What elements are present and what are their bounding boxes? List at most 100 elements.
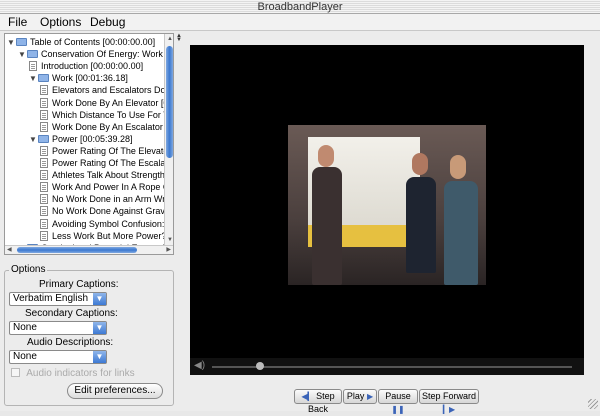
video-progress-knob[interactable] [256,362,264,370]
document-icon [40,85,48,96]
tree-item-row[interactable]: No Work Done in an Arm Wre [40,193,165,206]
title-bar: BroadbandPlayer [0,0,600,14]
menu-options[interactable]: Options [40,15,81,30]
left-panel: ▼ Table of Contents [00:00:00.00] ▼ Conserv… [4,33,176,407]
menu-bar: File Options Debug [0,14,600,31]
video-frame [288,125,486,285]
person-image [312,167,342,285]
secondary-captions-select[interactable]: None ▼ [9,321,107,335]
tree-item-row[interactable]: Avoiding Symbol Confusion: [40,218,165,231]
document-icon [40,158,48,168]
app-window: BroadbandPlayer File Options Debug ▼ Tabl… [0,0,600,414]
tree-row-label: Work Done By An Escalator [ [52,121,165,132]
disclosure-triangle-icon[interactable]: ▼ [29,133,38,146]
chevron-down-icon: ▼ [93,322,106,334]
chevron-down-icon: ▼ [93,293,106,305]
tree-row-label: Power [00:05:39.28] [52,133,133,144]
tree-item-row[interactable]: Work Done By An Escalator [ [40,121,165,134]
folder-icon [27,50,38,59]
volume-icon[interactable]: ◀) [194,360,205,371]
tree-folder-row[interactable]: ▼ Power [00:05:39.28] [29,133,165,146]
scroll-right-arrow-icon[interactable]: ▶ [166,247,171,253]
document-icon [40,194,48,205]
video-panel[interactable]: ◀) [190,45,584,375]
folder-icon [38,134,49,143]
tree-row-label: Less Work But More Power? [ [52,230,165,241]
disclosure-triangle-icon[interactable]: ▼ [7,36,16,49]
audio-descriptions-select[interactable]: None ▼ [9,350,107,364]
pause-button[interactable]: Pause ❚❚ [378,389,418,414]
pane-splitter[interactable]: ▲ ▼ [176,33,182,407]
edit-preferences-label: Edit preferences... [74,385,156,396]
tree-row-label: Power Rating Of The Escalato [52,158,165,168]
play-button[interactable]: Play ▶ [343,389,377,404]
folder-icon [16,38,27,46]
tree-item-row[interactable]: Power Rating Of The Elevator [40,145,165,158]
tree-row-label: Table of Contents [00:00:00.00] [30,37,156,47]
disclosure-triangle-icon[interactable]: ▼ [29,72,38,85]
toc-vertical-scrollbar[interactable]: ▲ ▼ [164,34,173,245]
tree-folder-row[interactable]: ▼ Table of Contents [00:00:00.00] [7,36,165,49]
tree-row-label: No Work Done Against Gravi [52,206,165,217]
folder-icon [38,74,49,83]
table-of-contents-tree[interactable]: ▼ Table of Contents [00:00:00.00] ▼ Conserv… [4,33,174,255]
tree-row-label: Which Distance To Use For T [52,109,165,120]
menu-debug[interactable]: Debug [90,15,125,30]
tree-item-row[interactable]: Introduction [00:00:00.00] [29,60,165,73]
tree-row-label: Power Rating Of The Elevator [52,145,165,156]
step-forward-button[interactable]: Step Forward ▎▶ [419,389,479,414]
tree-row-label: Work [00:01:36.18] [52,73,128,84]
scroll-down-arrow-icon[interactable]: ▼ [167,237,173,243]
step-forward-label: Step Forward [421,391,477,401]
tree-folder-row[interactable]: ▼ Work [00:01:36.18] [29,72,165,85]
tree-item-row[interactable]: No Work Done Against Gravi [40,205,165,218]
person-head-image [412,153,428,175]
primary-captions-value: Verbatim English [13,293,89,304]
toc-horizontal-scrollbar[interactable]: ◀ ▶ [5,245,173,254]
toc-vertical-scroll-thumb[interactable] [166,46,173,158]
audio-indicators-option: Audio indicators for links [11,368,135,379]
resize-grip-icon[interactable] [588,399,598,409]
primary-captions-label: Primary Captions: [39,279,119,290]
tree-row-label: Introduction [00:00:00.00] [41,61,144,72]
document-icon [40,230,48,241]
scroll-left-arrow-icon[interactable]: ◀ [7,247,12,253]
audio-descriptions-value: None [13,351,37,362]
tree-item-row[interactable]: Elevators and Escalators Do W [40,84,165,97]
video-progress-track[interactable] [212,366,572,368]
document-icon [40,218,48,229]
tree-row-label: Work And Power In A Rope C [52,182,165,193]
audio-indicators-checkbox[interactable] [11,368,20,377]
document-icon [40,97,48,108]
tree-item-row[interactable]: Less Work But More Power? [ [40,230,165,243]
scroll-up-arrow-icon[interactable]: ▲ [167,36,173,42]
toc-horizontal-scroll-thumb[interactable] [17,247,137,253]
document-icon [40,121,48,132]
tree-item-row[interactable]: Work Done By An Elevator [0 [40,97,165,110]
step-forward-icon: ▎▶ [442,405,456,414]
splitter-arrows-icon[interactable]: ▲ ▼ [176,33,182,43]
step-back-icon: ◀▎ [301,392,314,401]
tree-item-row[interactable]: Power Rating Of The Escalato [40,157,165,170]
document-icon [40,206,48,217]
tree-item-row[interactable]: Work And Power In A Rope C [40,181,165,194]
document-icon [40,182,48,193]
document-icon [29,61,37,72]
secondary-captions-label: Secondary Captions: [25,308,118,319]
tree-item-row[interactable]: Which Distance To Use For T [40,109,165,122]
tree-row-label: Conservation Of Energy: Work And E [41,49,165,60]
document-icon [40,170,48,181]
tree-folder-row[interactable]: ▼ Conservation Of Energy: Work And E [18,48,165,61]
window-title: BroadbandPlayer [257,1,343,13]
primary-captions-select[interactable]: Verbatim English ▼ [9,292,107,306]
person-head-image [318,145,334,167]
disclosure-triangle-icon[interactable]: ▼ [18,48,27,61]
menu-file[interactable]: File [8,15,27,30]
step-back-button[interactable]: ◀▎ Step Back [294,389,342,414]
tree-row-label: No Work Done in an Arm Wre [52,194,165,205]
tree-item-row[interactable]: Athletes Talk About Strength [40,169,165,182]
tree-row-label: Athletes Talk About Strength [52,170,165,181]
pause-icon: ❚❚ [391,405,405,414]
chevron-down-icon: ▼ [93,351,106,363]
edit-preferences-button[interactable]: Edit preferences... [67,383,163,399]
